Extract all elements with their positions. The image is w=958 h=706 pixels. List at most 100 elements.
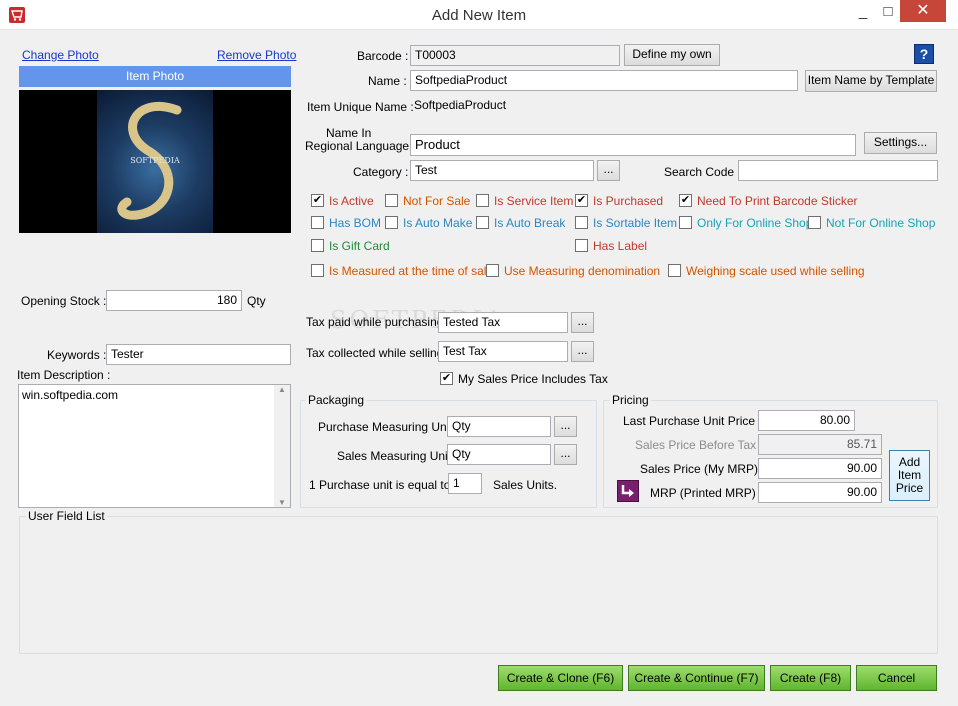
- barcode-label: Barcode :: [357, 49, 409, 63]
- flag-label: Is Auto Break: [494, 216, 566, 230]
- flag-checkbox[interactable]: ✔: [311, 194, 324, 207]
- cancel-button[interactable]: Cancel: [856, 665, 937, 691]
- photo-image: SOFTPEDIA: [97, 90, 213, 233]
- purchase-unit-browse-button[interactable]: ...: [554, 416, 577, 437]
- purchase-unit-label: Purchase Measuring Unit :: [318, 420, 460, 434]
- sales-price-includes-tax-checkbox[interactable]: ✔: [440, 372, 453, 385]
- close-button[interactable]: ✕: [900, 0, 946, 22]
- tax-paid-browse-button[interactable]: ...: [571, 312, 594, 333]
- flag-checkbox[interactable]: [311, 264, 324, 277]
- add-item-price-line3: Price: [895, 481, 924, 495]
- category-browse-button[interactable]: ...: [597, 160, 620, 181]
- item-name-template-button[interactable]: Item Name by Template: [805, 70, 937, 92]
- sales-unit-input[interactable]: Qty: [447, 444, 551, 465]
- flag-checkbox[interactable]: [476, 216, 489, 229]
- flag-checkbox[interactable]: [679, 216, 692, 229]
- scroll-down-icon[interactable]: ▼: [274, 498, 290, 507]
- mrp-input[interactable]: 90.00: [758, 482, 882, 503]
- maximize-button[interactable]: □: [873, 1, 903, 23]
- unique-name-label: Item Unique Name :: [307, 100, 414, 114]
- settings-button[interactable]: Settings...: [864, 132, 937, 154]
- unit-conversion-label: 1 Purchase unit is equal to :: [309, 478, 458, 492]
- flag-label: Has Label: [593, 239, 648, 253]
- flag-checkbox[interactable]: ✔: [575, 194, 588, 207]
- tax-paid-label: Tax paid while purchasing :: [306, 315, 451, 329]
- photo-caption: SOFTPEDIA: [130, 156, 180, 165]
- regional-label-line1: Name In: [326, 126, 372, 140]
- user-field-list: [19, 516, 938, 654]
- opening-stock-input[interactable]: 180: [106, 290, 242, 311]
- unique-name-value: SoftpediaProduct: [414, 98, 507, 112]
- tax-collected-label: Tax collected while selling :: [306, 346, 451, 360]
- add-item-price-button[interactable]: Add Item Price: [889, 450, 930, 501]
- flag-checkbox[interactable]: ✔: [679, 194, 692, 207]
- flag-label: Need To Print Barcode Sticker: [697, 194, 858, 208]
- flag-checkbox[interactable]: [575, 239, 588, 252]
- flag-checkbox[interactable]: [476, 194, 489, 207]
- flag-label: Only For Online Shop: [697, 216, 813, 230]
- barcode-input[interactable]: T00003: [410, 45, 620, 66]
- tax-paid-input[interactable]: Tested Tax: [438, 312, 568, 333]
- flag-label: Is Auto Make: [403, 216, 473, 230]
- window-title: Add New Item: [431, 7, 527, 24]
- help-icon[interactable]: ?: [914, 44, 934, 64]
- flag-label: Weighing scale used while selling: [686, 264, 865, 278]
- flag-checkbox[interactable]: [486, 264, 499, 277]
- search-code-label: Search Code :: [664, 165, 741, 179]
- define-my-own-button[interactable]: Define my own: [624, 44, 720, 66]
- flag-label: Is Service Item: [494, 194, 574, 208]
- name-input[interactable]: SoftpediaProduct: [410, 70, 798, 91]
- flag-label: Is Active: [329, 194, 374, 208]
- unit-conversion-suffix: Sales Units.: [493, 478, 558, 492]
- sales-price-includes-tax-label: My Sales Price Includes Tax: [458, 372, 608, 386]
- flag-checkbox[interactable]: [808, 216, 821, 229]
- sales-unit-label: Sales Measuring Unit :: [337, 449, 458, 463]
- item-photo-header: Item Photo: [19, 66, 291, 87]
- item-description-text: win.softpedia.com: [22, 388, 119, 402]
- unit-conversion-input[interactable]: 1: [448, 473, 482, 494]
- keywords-label: Keywords :: [47, 348, 107, 362]
- remove-photo-link[interactable]: Remove Photo: [217, 48, 296, 62]
- search-code-input[interactable]: [738, 160, 938, 181]
- flag-checkbox[interactable]: [385, 216, 398, 229]
- sales-price-input[interactable]: 90.00: [758, 458, 882, 479]
- flag-label: Has BOM: [329, 216, 382, 230]
- opening-stock-label: Opening Stock :: [21, 294, 107, 308]
- purchase-unit-input[interactable]: Qty: [447, 416, 551, 437]
- user-field-list-title: User Field List: [26, 509, 107, 523]
- flag-label: Is Measured at the time of sale: [329, 264, 494, 278]
- mrp-label: MRP (Printed MRP) :: [650, 486, 763, 500]
- copy-price-arrow-icon[interactable]: [617, 480, 639, 502]
- sales-unit-browse-button[interactable]: ...: [554, 444, 577, 465]
- flag-checkbox[interactable]: [311, 239, 324, 252]
- flag-label: Is Sortable Item: [593, 216, 678, 230]
- flag-checkbox[interactable]: [575, 216, 588, 229]
- last-purchase-price-label: Last Purchase Unit Price :: [623, 414, 762, 428]
- last-purchase-price-input[interactable]: 80.00: [758, 410, 855, 431]
- flag-label: Use Measuring denomination: [504, 264, 661, 278]
- packaging-title: Packaging: [306, 393, 367, 407]
- create-and-continue-button[interactable]: Create & Continue (F7): [628, 665, 765, 691]
- regional-label-line2: Regional Language :: [305, 139, 416, 153]
- sales-price-before-tax-input: 85.71: [758, 434, 882, 455]
- tax-collected-browse-button[interactable]: ...: [571, 341, 594, 362]
- title-bar: Add New Item _ □ ✕: [0, 0, 958, 30]
- flag-checkbox[interactable]: [311, 216, 324, 229]
- tax-collected-input[interactable]: Test Tax: [438, 341, 568, 362]
- sales-price-label: Sales Price (My MRP) :: [640, 462, 765, 476]
- change-photo-link[interactable]: Change Photo: [22, 48, 99, 62]
- create-button[interactable]: Create (F8): [770, 665, 851, 691]
- scroll-up-icon[interactable]: ▲: [274, 385, 290, 394]
- flag-checkbox[interactable]: [385, 194, 398, 207]
- description-scrollbar[interactable]: ▲ ▼: [274, 385, 290, 507]
- flag-checkbox[interactable]: [668, 264, 681, 277]
- item-description-textarea[interactable]: win.softpedia.com ▲ ▼: [18, 384, 291, 508]
- create-and-clone-button[interactable]: Create & Clone (F6): [498, 665, 623, 691]
- flag-label: Not For Sale: [403, 194, 471, 208]
- regional-name-input[interactable]: Product: [410, 134, 856, 156]
- category-label: Category :: [353, 165, 409, 179]
- category-input[interactable]: Test: [410, 160, 594, 181]
- keywords-input[interactable]: Tester: [106, 344, 291, 365]
- item-description-label: Item Description :: [17, 368, 111, 382]
- flag-label: Is Purchased: [593, 194, 664, 208]
